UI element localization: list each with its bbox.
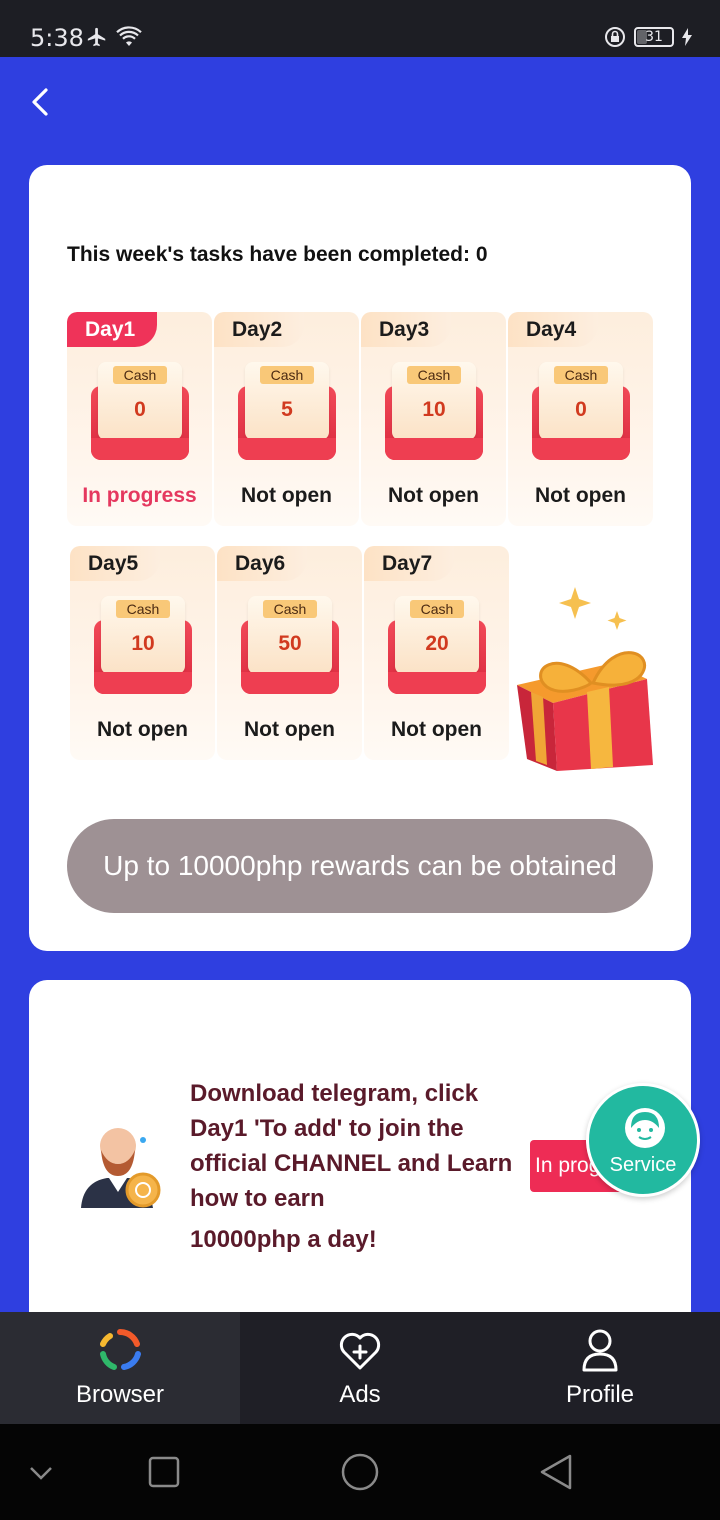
chest-label: Cash [410,600,464,618]
day-status: Not open [241,484,332,507]
chest-label: Cash [260,366,314,384]
avatar [81,1128,161,1208]
service-label: Service [609,1154,677,1176]
chest-value: 20 [425,632,449,655]
heart-plus-icon [339,1332,381,1370]
wifi-icon [116,26,142,46]
person-icon [582,1329,618,1372]
chevron-left-icon [32,88,48,116]
airplane-icon [87,27,106,47]
day-cell-7[interactable]: Day7 Cash 20 Not open [364,546,509,760]
home-icon[interactable] [340,1452,380,1492]
cash-chest-icon: Cash 0 [532,362,630,462]
status-bar: 5:38 31 [0,0,720,57]
day-status: Not open [244,718,335,741]
tab-label: Browser [75,1381,165,1408]
cash-chest-icon: Cash 10 [385,362,483,462]
chest-value: 0 [575,398,587,421]
cash-chest-icon: Cash 20 [388,596,486,696]
day-tab: Day5 [70,546,161,581]
gift-box-icon [517,587,653,771]
charging-icon [682,28,692,46]
back-button[interactable] [22,82,62,122]
day-tab: Day4 [508,312,599,347]
chest-label: Cash [263,600,317,618]
day-status: In progress [82,484,197,507]
chest-label: Cash [116,600,170,618]
cash-chest-icon: Cash 5 [238,362,336,462]
telegram-task-text: Download telegram, click Day1 'To add' t… [190,1076,520,1257]
chest-label: Cash [554,366,608,384]
status-icons-right: 31 [604,26,692,48]
day-cell-4[interactable]: Day4 Cash 0 Not open [508,312,653,526]
week-status-text: This week's tasks have been completed: 0 [67,243,488,266]
day-status: Not open [388,484,479,507]
browser-icon [100,1328,141,1370]
day-status: Not open [391,718,482,741]
day-status: Not open [535,484,626,507]
chest-label: Cash [113,366,167,384]
customer-service-icon [625,1108,665,1148]
battery-indicator: 31 [634,27,674,47]
day-tab: Day3 [361,312,452,347]
bottom-tab-bar: Browser Ads Profile [0,1312,720,1424]
day-cell-2[interactable]: Day2 Cash 5 Not open [214,312,359,526]
telegram-task-earnings: 10000php a day! [190,1226,377,1253]
chest-value: 10 [131,632,155,655]
recents-icon[interactable] [148,1452,180,1492]
day-tab: Day2 [214,312,305,347]
back-triangle-icon[interactable] [538,1452,574,1492]
weekly-task-card: This week's tasks have been completed: 0… [29,165,691,951]
day-status: Not open [97,718,188,741]
chest-value: 5 [281,398,293,421]
cash-chest-icon: Cash 10 [94,596,192,696]
day-cell-5[interactable]: Day5 Cash 10 Not open [70,546,215,760]
day-tab: Day1 [67,312,158,347]
tab-browser[interactable]: Browser [0,1312,240,1424]
day-tab: Day7 [364,546,455,581]
reward-button[interactable]: Up to 10000php rewards can be obtained [67,819,653,913]
lock-rotation-icon [605,27,625,47]
tab-label: Profile [565,1381,635,1408]
day-cell-1[interactable]: Day1 Cash 0 In progress [67,312,212,526]
tab-label: Ads [339,1381,381,1408]
system-nav-bar [0,1424,720,1520]
status-icons-left [86,26,142,48]
chest-value: 50 [278,632,302,655]
status-time: 5:38 [30,24,84,52]
cash-chest-icon: Cash 0 [91,362,189,462]
chevron-down-icon[interactable] [28,1452,54,1492]
chest-value: 0 [134,398,146,421]
service-button[interactable]: Service [586,1083,700,1197]
day-tab: Day6 [217,546,308,581]
tab-profile[interactable]: Profile [480,1312,720,1424]
chest-label: Cash [407,366,461,384]
battery-level: 31 [645,29,663,45]
day-cell-3[interactable]: Day3 Cash 10 Not open [361,312,506,526]
day-cell-6[interactable]: Day6 Cash 50 Not open [217,546,362,760]
cash-chest-icon: Cash 50 [241,596,339,696]
chest-value: 10 [422,398,446,421]
telegram-task-description: Download telegram, click Day1 'To add' t… [190,1080,513,1212]
tab-ads[interactable]: Ads [240,1312,480,1424]
